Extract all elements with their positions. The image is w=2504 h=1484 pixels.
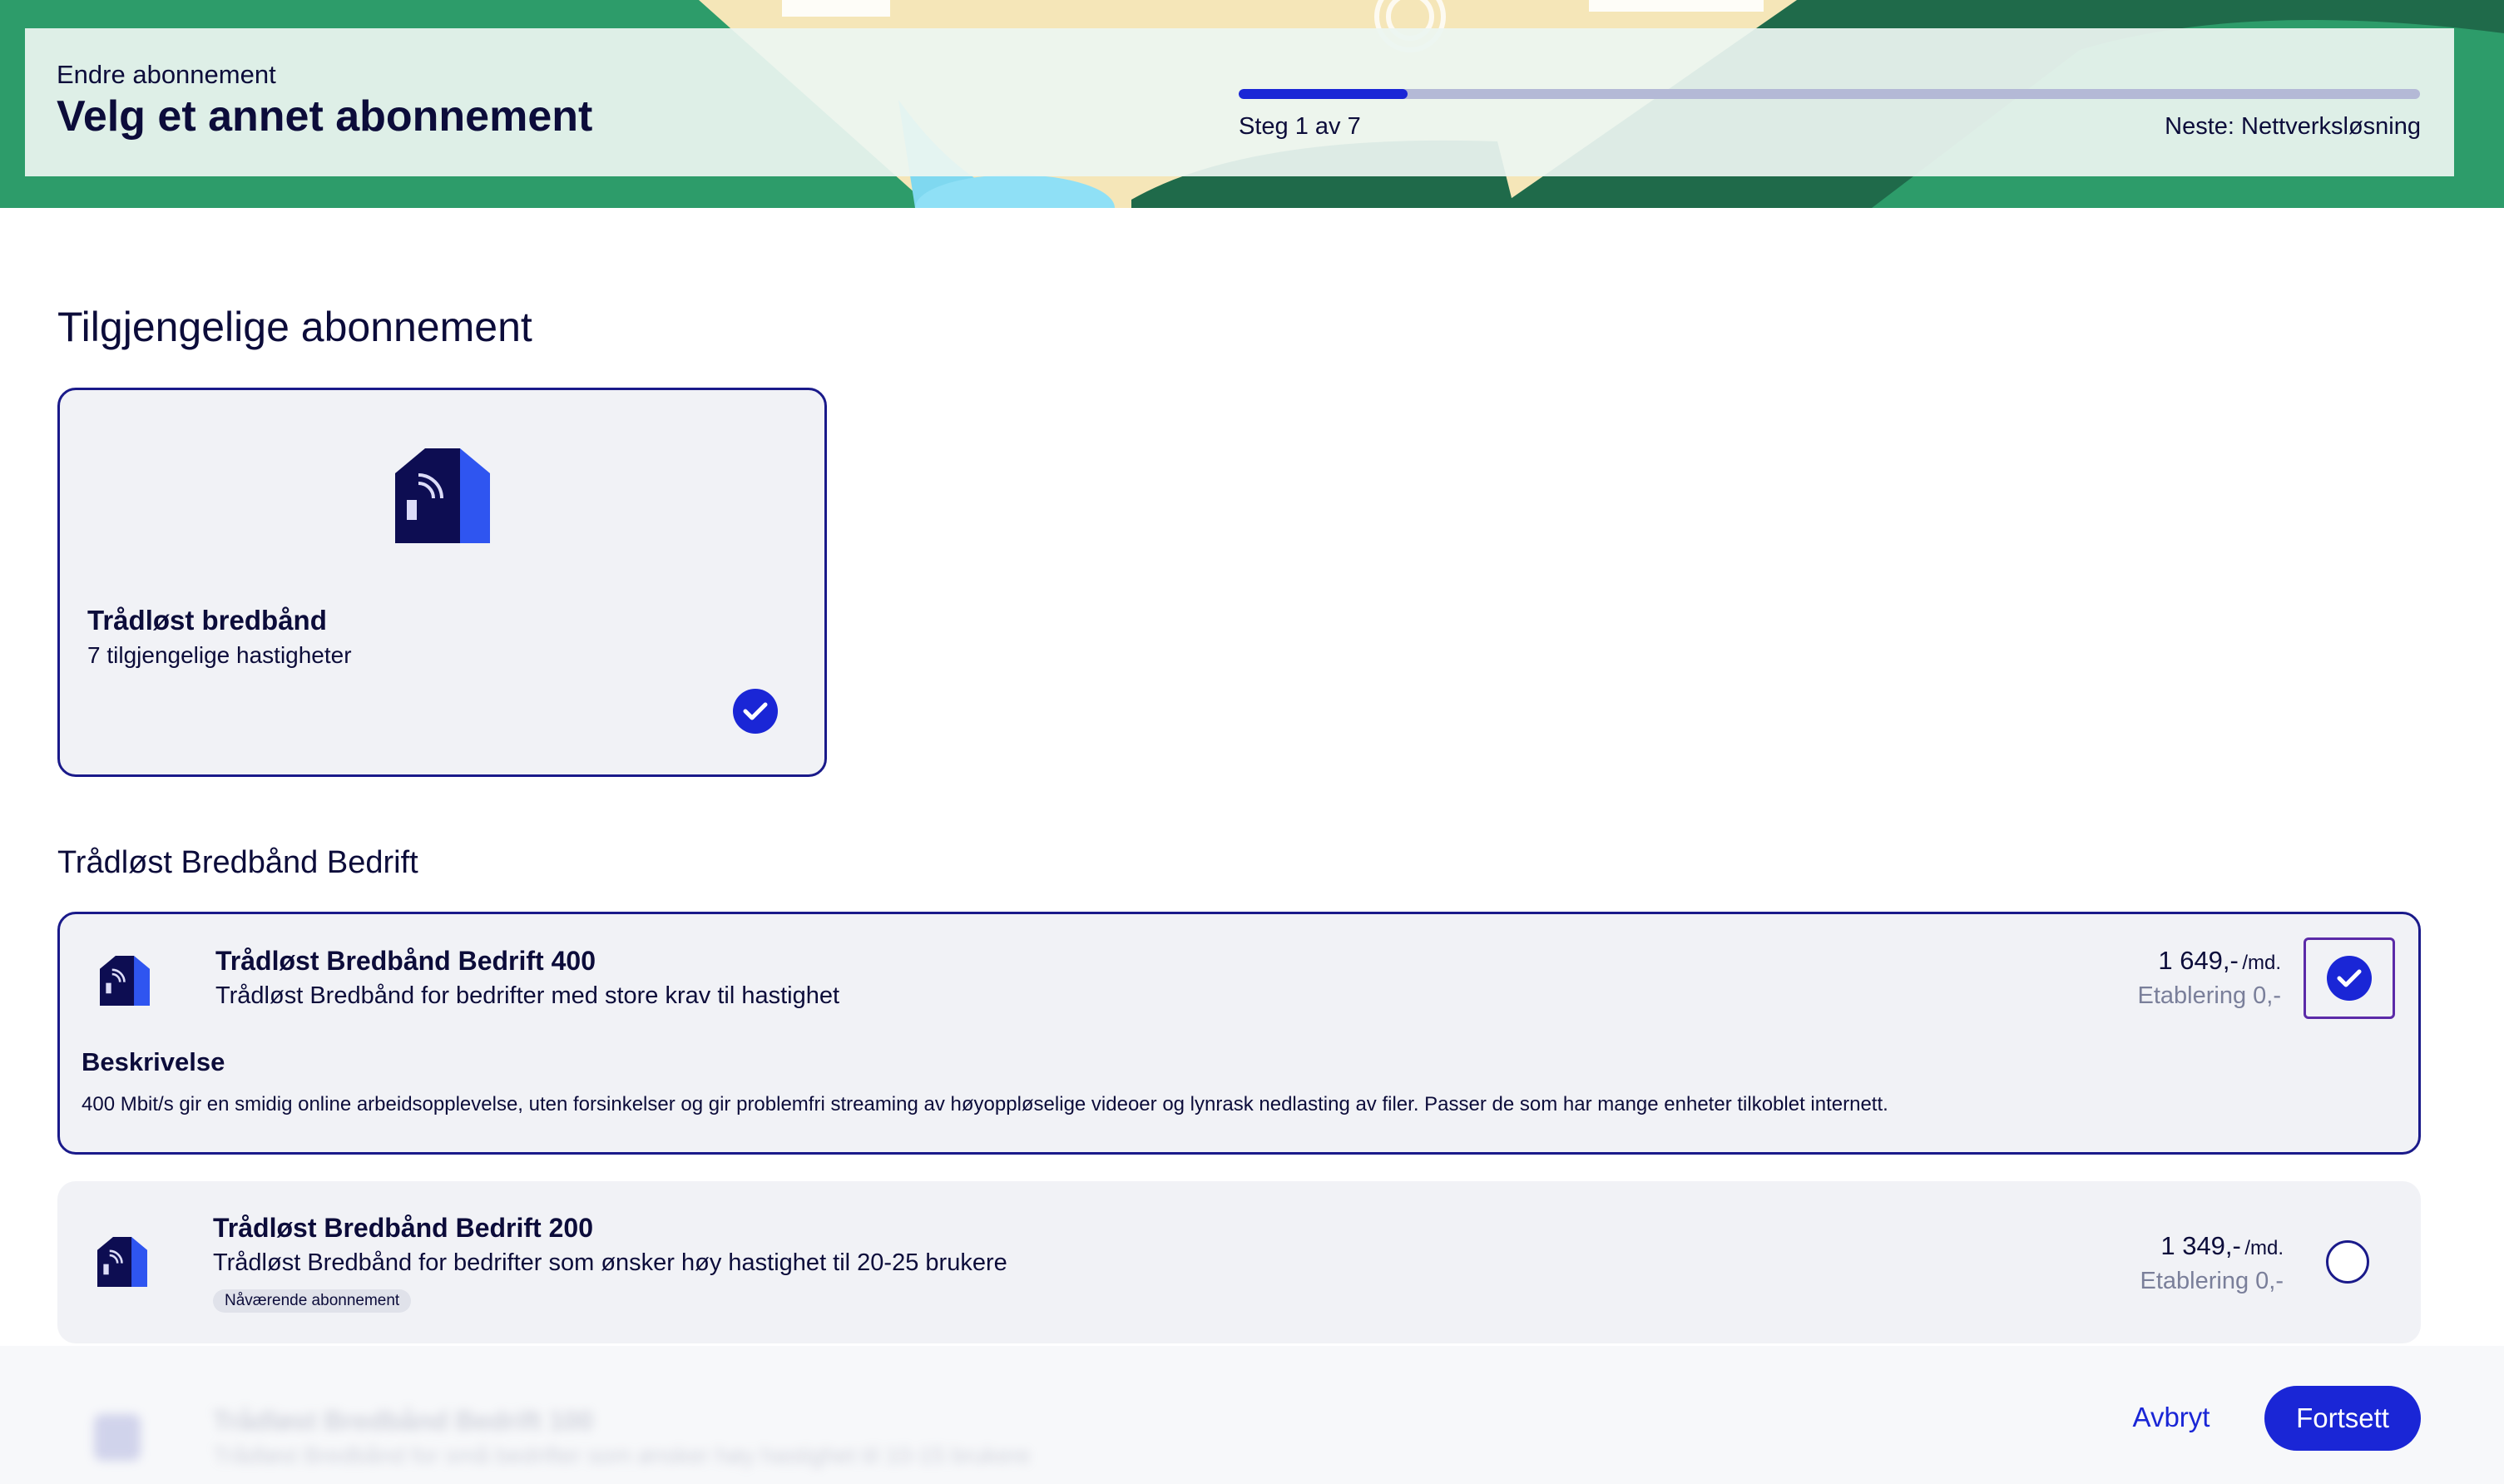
- progress-bar: [1239, 89, 2420, 99]
- details-text: 400 Mbit/s gir en smidig online arbeidso…: [82, 1093, 1888, 1115]
- next-step-label: Neste: Nettverksløsning: [2165, 113, 2421, 140]
- product-description: Trådløst Bredbånd for bedrifter som ønsk…: [213, 1249, 1007, 1276]
- price-amount: 1 649,-: [2158, 946, 2239, 975]
- wireless-house-icon: [97, 1237, 147, 1287]
- price-unit: /md.: [2242, 952, 2281, 974]
- select-toggle[interactable]: [2304, 937, 2395, 1019]
- current-plan-badge: Nåværende abonnement: [213, 1289, 412, 1313]
- setup-fee: Etablering 0,-: [2140, 1268, 2284, 1294]
- step-indicator: Steg 1 av 7: [1239, 113, 1361, 140]
- wireless-house-icon: [100, 956, 150, 1006]
- cancel-button[interactable]: Avbryt: [2117, 1385, 2225, 1450]
- product-name: Trådløst Bredbånd Bedrift 200: [213, 1213, 593, 1243]
- wireless-house-icon: [94, 1414, 141, 1461]
- page-title: Velg et annet abonnement: [57, 92, 593, 141]
- progress-fill: [1239, 89, 1408, 99]
- product-description: Trådløst Bredbånd for bedrifter med stor…: [215, 982, 840, 1009]
- header-banner: Endre abonnement Velg et annet abonnemen…: [0, 0, 2504, 208]
- check-icon: [733, 689, 778, 734]
- setup-fee: Etablering 0,-: [2137, 982, 2282, 1009]
- product-description: Trådløst Bredbånd for små bedrifter som …: [213, 1442, 1031, 1468]
- product-card-bedrift-400[interactable]: Trådløst Bredbånd Bedrift 400 Trådløst B…: [57, 912, 2421, 1155]
- price-unit: /md.: [2244, 1237, 2284, 1259]
- product-price: 1 649,- /md.: [2158, 946, 2281, 976]
- header-subtitle: Endre abonnement: [57, 60, 276, 89]
- category-name: Trådløst bredbånd: [87, 605, 327, 636]
- product-price: 1 349,- /md.: [2160, 1231, 2284, 1261]
- obscured-product-row: Trådløst Bredbånd Bedrift 100 Trådløst B…: [57, 1381, 2421, 1484]
- product-name: Trådløst Bredbånd Bedrift 400: [215, 946, 596, 976]
- header-card: Endre abonnement Velg et annet abonnemen…: [25, 28, 2454, 176]
- details-heading: Beskrivelse: [82, 1047, 225, 1076]
- section-title: Tilgjengelige abonnement: [57, 304, 532, 350]
- select-radio[interactable]: [2326, 1240, 2369, 1284]
- category-speed-count: 7 tilgjengelige hastigheter: [87, 642, 352, 668]
- check-icon: [2327, 956, 2372, 1001]
- product-card-bedrift-200[interactable]: Trådløst Bredbånd Bedrift 200 Trådløst B…: [57, 1181, 2421, 1343]
- product-name: Trådløst Bredbånd Bedrift 100: [213, 1406, 593, 1436]
- continue-button[interactable]: Fortsett: [2264, 1386, 2421, 1451]
- price-amount: 1 349,-: [2160, 1231, 2241, 1260]
- product-group-title: Trådløst Bredbånd Bedrift: [57, 845, 418, 880]
- category-card-wireless-broadband[interactable]: Trådløst bredbånd 7 tilgjengelige hastig…: [57, 388, 827, 777]
- wireless-house-icon: [395, 448, 490, 543]
